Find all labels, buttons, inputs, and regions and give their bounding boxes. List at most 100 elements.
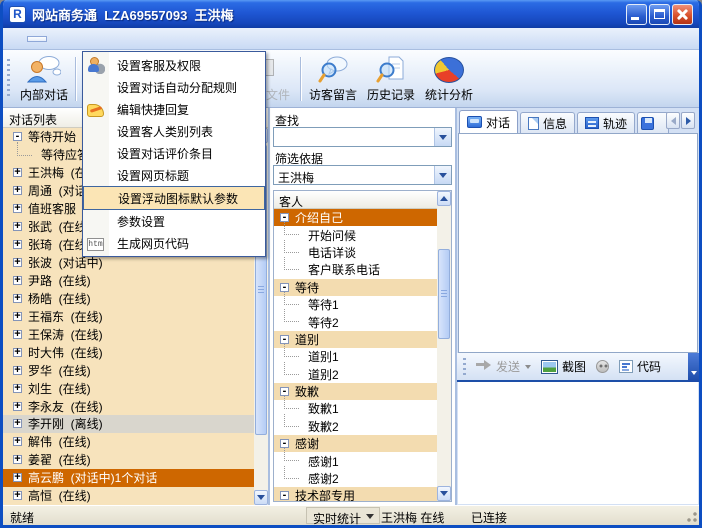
menu-item[interactable]: 编辑快捷回复 [83, 98, 265, 120]
expand-toggle[interactable]: - [280, 387, 289, 396]
scroll-down-button[interactable] [254, 490, 268, 505]
expand-toggle[interactable]: + [13, 312, 22, 321]
expand-toggle[interactable]: + [13, 258, 22, 267]
expand-toggle[interactable]: + [13, 437, 22, 446]
search-combobox[interactable] [273, 127, 452, 147]
statistics-button[interactable]: 统计分析 [420, 53, 478, 105]
tree-column-header[interactable]: 客人 [274, 191, 438, 209]
tab-scroll-right-button[interactable] [681, 112, 695, 129]
expand-toggle[interactable]: - [280, 283, 289, 292]
conversation-list-item[interactable]: + 时大伟 (在线) [3, 343, 254, 361]
visitor-message-button[interactable]: 访客留言 [304, 53, 362, 105]
quick-reply-scrollbar[interactable] [437, 191, 451, 501]
chat-tab-label: 轨迹 [603, 115, 627, 132]
minimize-button[interactable] [626, 4, 647, 25]
conversation-list-item[interactable]: + 罗华 (在线) [3, 361, 254, 379]
menu-item[interactable]: 设置客服及权限 [83, 54, 265, 76]
expand-toggle[interactable]: + [13, 240, 22, 249]
chat-toolbar-drag-handle[interactable] [463, 358, 468, 376]
expand-toggle[interactable]: + [13, 348, 22, 357]
menu-item[interactable]: 设置对话评价条目 [83, 142, 265, 164]
expand-toggle[interactable]: - [280, 213, 289, 222]
expand-toggle[interactable]: + [13, 330, 22, 339]
expand-toggle[interactable]: + [13, 402, 22, 411]
toolbar-overflow-button[interactable] [688, 353, 699, 382]
expand-toggle[interactable]: + [13, 294, 22, 303]
menu-item[interactable]: 设置对话自动分配规则 [83, 76, 265, 98]
conversation-list-item[interactable]: + 王保涛 (在线) [3, 325, 254, 343]
combobox-dropdown-button[interactable] [434, 128, 451, 146]
menubar-item[interactable] [27, 36, 47, 42]
chat-tab[interactable] [637, 112, 669, 133]
chat-tab[interactable]: 信息 [520, 112, 575, 133]
quick-reply-rows: - 介绍自己 开始问候 电话详谈 [274, 209, 438, 501]
history-button[interactable]: 历史记录 [362, 53, 420, 105]
scroll-up-button[interactable] [437, 191, 451, 206]
menu-item[interactable]: 参数设置 [83, 210, 265, 232]
expand-toggle[interactable]: + [13, 491, 22, 500]
expand-toggle[interactable]: + [13, 168, 22, 177]
chat-panel: 对话 信息 轨迹 [457, 108, 699, 505]
conversation-list-item[interactable]: + 李永友 (在线) [3, 397, 254, 415]
menu-item[interactable]: 设置网页标题 [83, 164, 265, 186]
conversation-list-item[interactable]: + 尹路 (在线) [3, 272, 254, 290]
conversation-list-item[interactable]: + 高恒 (在线) [3, 487, 254, 505]
menu-item[interactable]: 设置浮动图标默认参数 [83, 186, 265, 210]
quick-reply-item[interactable]: 客户联系电话 [274, 261, 438, 278]
conversation-list-item[interactable]: + 李开刚 (离线) [3, 415, 254, 433]
menubar-item[interactable] [107, 36, 127, 42]
combobox-dropdown-button[interactable] [434, 166, 451, 184]
conversation-item-label: 高云鹏 (对话中)1个对话 [28, 469, 157, 486]
menubar-item[interactable] [7, 36, 27, 42]
scroll-down-button[interactable] [437, 486, 451, 501]
conversation-list-item[interactable]: + 杨皓 (在线) [3, 289, 254, 307]
conversation-view[interactable] [458, 133, 698, 353]
menubar-item[interactable] [147, 36, 167, 42]
expand-toggle[interactable]: - [280, 491, 289, 500]
conversation-list-item[interactable]: + 解伟 (在线) [3, 433, 254, 451]
conversation-list-item[interactable]: + 王福东 (在线) [3, 307, 254, 325]
menubar-item[interactable] [47, 36, 67, 42]
close-button[interactable] [672, 4, 693, 25]
expand-toggle[interactable]: + [13, 455, 22, 464]
resize-grip[interactable] [685, 511, 698, 524]
quick-reply-item[interactable]: - 技术部专用 [274, 487, 438, 501]
scrollbar-thumb[interactable] [438, 249, 450, 339]
screenshot-button[interactable]: 截图 [536, 356, 591, 377]
expand-toggle[interactable]: + [13, 276, 22, 285]
conversation-list-item[interactable]: + 姜翟 (在线) [3, 451, 254, 469]
message-input[interactable] [458, 382, 698, 504]
expand-toggle[interactable]: - [280, 335, 289, 344]
expand-toggle[interactable]: + [13, 204, 22, 213]
menubar-item[interactable] [127, 36, 147, 42]
menu-item[interactable]: htm 生成网页代码 [83, 232, 265, 254]
chat-tab[interactable]: 对话 [459, 110, 518, 133]
expand-toggle[interactable]: + [13, 473, 22, 482]
conversation-list-item[interactable]: + 高云鹏 (对话中)1个对话 [3, 469, 254, 487]
system-settings-menu: 设置客服及权限 设置对话自动分配规则 编辑快捷回复 设置客人类别列表 设置对话评… [82, 51, 266, 257]
menu-item[interactable]: 设置客人类别列表 [83, 120, 265, 142]
expand-toggle[interactable]: + [13, 366, 22, 375]
quick-reply-item[interactable]: 致歉2 [274, 418, 438, 435]
menubar-item[interactable] [87, 36, 107, 42]
expand-toggle[interactable]: + [13, 222, 22, 231]
quick-reply-item[interactable]: 感谢2 [274, 470, 438, 487]
maximize-button[interactable] [649, 4, 670, 25]
expand-toggle[interactable]: - [13, 132, 22, 141]
quick-reply-item[interactable]: 等待2 [274, 313, 438, 330]
expand-toggle[interactable]: + [13, 419, 22, 428]
code-button[interactable]: 代码 [614, 356, 666, 377]
expand-toggle[interactable]: - [280, 439, 289, 448]
realtime-stats-button[interactable]: 实时统计 [306, 507, 380, 524]
titlebar[interactable]: R 网站商务通 LZA69557093 王洪梅 [3, 0, 699, 28]
quick-reply-item[interactable]: 道别2 [274, 366, 438, 383]
expand-toggle[interactable]: + [13, 384, 22, 393]
filter-combobox[interactable]: 王洪梅 [273, 165, 452, 185]
internal-chat-button[interactable]: 内部对话 [15, 53, 73, 105]
menubar-item[interactable] [67, 36, 87, 42]
expand-toggle[interactable]: + [13, 186, 22, 195]
conversation-list-item[interactable]: + 刘生 (在线) [3, 379, 254, 397]
tab-scroll-left-button[interactable] [666, 112, 680, 129]
chat-tab[interactable]: 轨迹 [577, 112, 635, 133]
toolbar-drag-handle[interactable] [7, 59, 12, 99]
